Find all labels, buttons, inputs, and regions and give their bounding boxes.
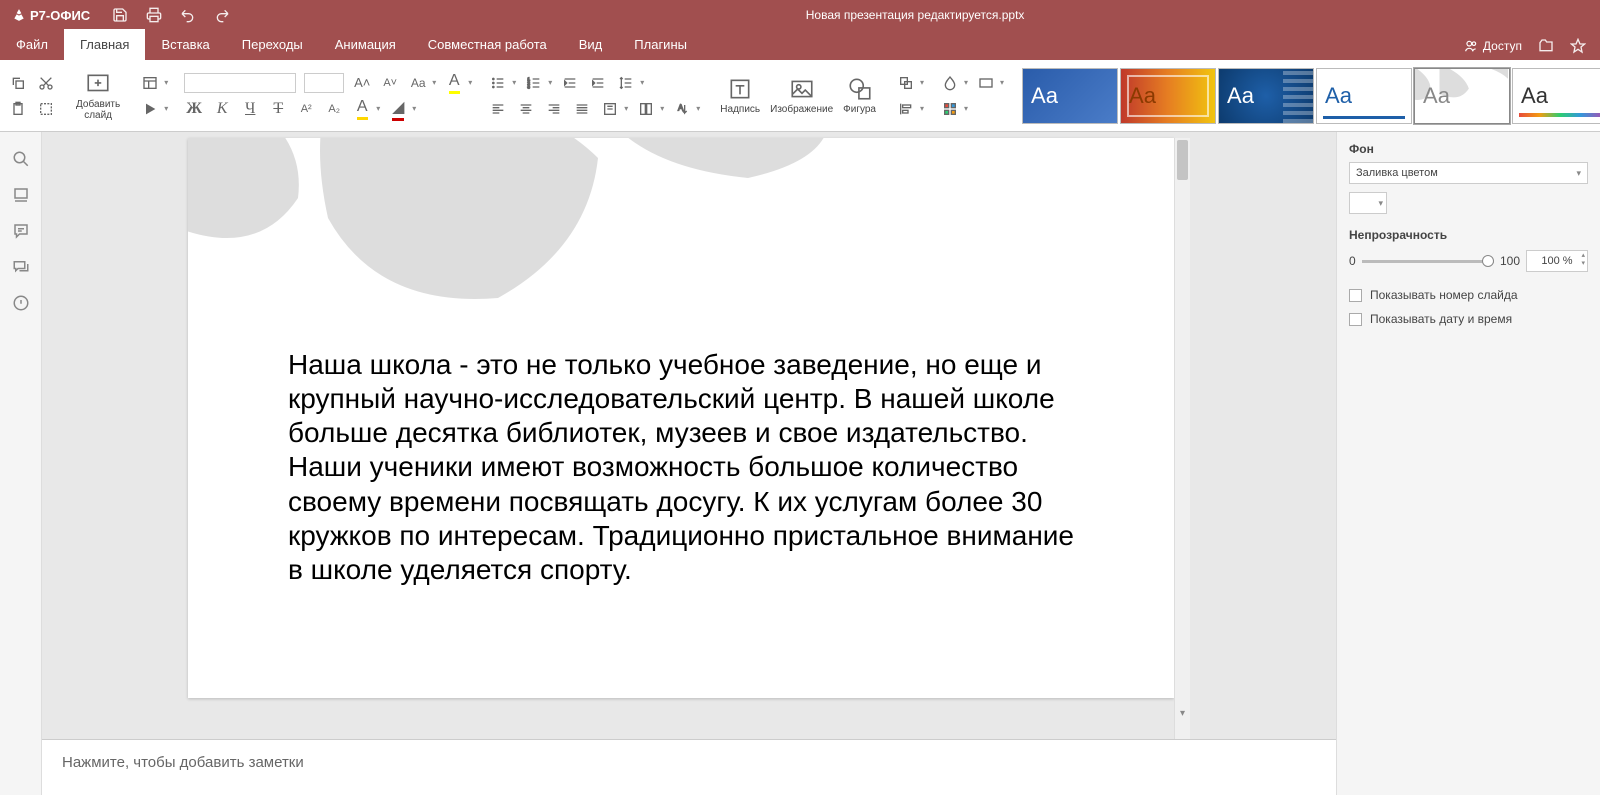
opacity-input[interactable]: 100 % ▴▾ (1526, 250, 1588, 272)
align-objects-icon[interactable] (896, 99, 916, 119)
open-location-icon[interactable] (1538, 38, 1554, 54)
tab-plugins[interactable]: Плагины (618, 29, 703, 60)
slides-icon[interactable] (12, 186, 30, 204)
change-case-icon[interactable]: Aa (408, 73, 428, 93)
textbox-button[interactable]: Надпись (716, 64, 764, 127)
canvas-area: Наша школа - это не только учебное завед… (42, 132, 1336, 795)
layout-icon[interactable] (140, 73, 160, 93)
align-right-icon[interactable] (544, 99, 564, 119)
shape-button[interactable]: Фигура (839, 64, 880, 127)
fill-type-select[interactable]: Заливка цветом▾ (1349, 162, 1588, 184)
theme-6[interactable]: Aa (1512, 68, 1600, 124)
slide-body-text[interactable]: Наша школа - это не только учебное завед… (288, 348, 1094, 587)
paste-icon[interactable] (8, 99, 28, 119)
theme-2[interactable]: Aa (1120, 68, 1216, 124)
tab-transitions[interactable]: Переходы (226, 29, 319, 60)
theme-5[interactable]: Aa (1414, 68, 1510, 124)
valign-icon[interactable] (600, 99, 620, 119)
italic-icon[interactable]: К (212, 99, 232, 119)
slide-size-icon[interactable] (976, 73, 996, 93)
color-scheme-icon[interactable] (940, 99, 960, 119)
subscript-icon[interactable]: A₂ (324, 99, 344, 119)
save-icon[interactable] (112, 7, 128, 23)
arrange-icon[interactable] (896, 73, 916, 93)
ribbon: Добавить слайд ▾ ▾ A˄ A˅ Aa▾ A▾ Ж К Ч Т … (0, 60, 1600, 132)
highlight-icon[interactable]: A (444, 73, 464, 93)
search-icon[interactable] (12, 150, 30, 168)
title-bar: Р7-ОФИС Новая презентация редактируется.… (0, 0, 1600, 30)
main-area: Наша школа - это не только учебное завед… (0, 132, 1600, 795)
notes-area[interactable]: Нажмите, чтобы добавить заметки (42, 739, 1336, 795)
svg-text:3: 3 (528, 84, 531, 89)
font-name-input[interactable] (184, 73, 296, 93)
tab-insert[interactable]: Вставка (145, 29, 225, 60)
panel-bg-title: Фон (1349, 142, 1588, 156)
align-justify-icon[interactable] (572, 99, 592, 119)
opacity-label: Непрозрачность (1349, 228, 1588, 242)
scroll-down-icon[interactable]: ▾ (1175, 705, 1190, 721)
play-icon[interactable] (140, 99, 160, 119)
feedback-icon[interactable] (12, 294, 30, 312)
increase-font-icon[interactable]: A˄ (352, 73, 372, 93)
font-color-icon[interactable]: A (352, 99, 372, 119)
shape-fill-icon[interactable] (940, 73, 960, 93)
access-button[interactable]: Доступ (1463, 39, 1522, 53)
quick-access (102, 7, 230, 23)
align-center-icon[interactable] (516, 99, 536, 119)
opacity-slider[interactable] (1362, 260, 1494, 263)
app-name: Р7-ОФИС (30, 8, 90, 23)
align-left-icon[interactable] (488, 99, 508, 119)
theme-3[interactable]: Aa (1218, 68, 1314, 124)
indent-dec-icon[interactable] (560, 73, 580, 93)
theme-1[interactable]: Aa (1022, 68, 1118, 124)
numbering-icon[interactable]: 123 (524, 73, 544, 93)
text-direction-icon[interactable]: A (672, 99, 692, 119)
redo-icon[interactable] (214, 7, 230, 23)
theme-4[interactable]: Aa (1316, 68, 1412, 124)
line-spacing-icon[interactable] (616, 73, 636, 93)
image-button[interactable]: Изображение (766, 64, 837, 127)
strike-icon[interactable]: Т (268, 99, 288, 119)
superscript-icon[interactable]: A² (296, 99, 316, 119)
indent-inc-icon[interactable] (588, 73, 608, 93)
comments-icon[interactable] (12, 222, 30, 240)
opacity-max: 100 (1500, 254, 1520, 268)
select-all-icon[interactable] (36, 99, 56, 119)
opacity-min: 0 (1349, 254, 1356, 268)
menu-bar: Файл Главная Вставка Переходы Анимация С… (0, 30, 1600, 60)
tab-view[interactable]: Вид (563, 29, 619, 60)
undo-icon[interactable] (180, 7, 196, 23)
tab-home[interactable]: Главная (64, 29, 145, 60)
tab-animation[interactable]: Анимация (319, 29, 412, 60)
tab-file[interactable]: Файл (0, 29, 64, 60)
cut-icon[interactable] (36, 73, 56, 93)
slide[interactable]: Наша школа - это не только учебное завед… (188, 138, 1174, 698)
fill-color-picker[interactable]: ▾ (1349, 192, 1387, 214)
print-icon[interactable] (146, 7, 162, 23)
bullets-icon[interactable] (488, 73, 508, 93)
bold-icon[interactable]: Ж (184, 99, 204, 119)
document-title: Новая презентация редактируется.pptx (230, 8, 1600, 22)
left-sidebar (0, 132, 42, 795)
app-logo: Р7-ОФИС (0, 8, 102, 23)
scroll-thumb[interactable] (1177, 140, 1188, 180)
show-slide-number-checkbox[interactable]: Показывать номер слайда (1349, 288, 1588, 302)
tab-collab[interactable]: Совместная работа (412, 29, 563, 60)
vertical-scrollbar[interactable]: ▾ (1174, 138, 1190, 739)
decrease-font-icon[interactable]: A˅ (380, 73, 400, 93)
chat-icon[interactable] (12, 258, 30, 276)
columns-icon[interactable] (636, 99, 656, 119)
favorite-icon[interactable] (1570, 38, 1586, 54)
underline-icon[interactable]: Ч (240, 99, 260, 119)
theme-gallery: Aa Aa Aa Aa Aa Aa (1020, 64, 1600, 127)
right-panel: Фон Заливка цветом▾ ▾ Непрозрачность 0 1… (1336, 132, 1600, 795)
font-size-input[interactable] (304, 73, 344, 93)
copy-icon[interactable] (8, 73, 28, 93)
fill-color-icon[interactable]: ◢ (388, 99, 408, 119)
show-date-checkbox[interactable]: Показывать дату и время (1349, 312, 1588, 326)
add-slide-button[interactable]: Добавить слайд (72, 64, 124, 127)
